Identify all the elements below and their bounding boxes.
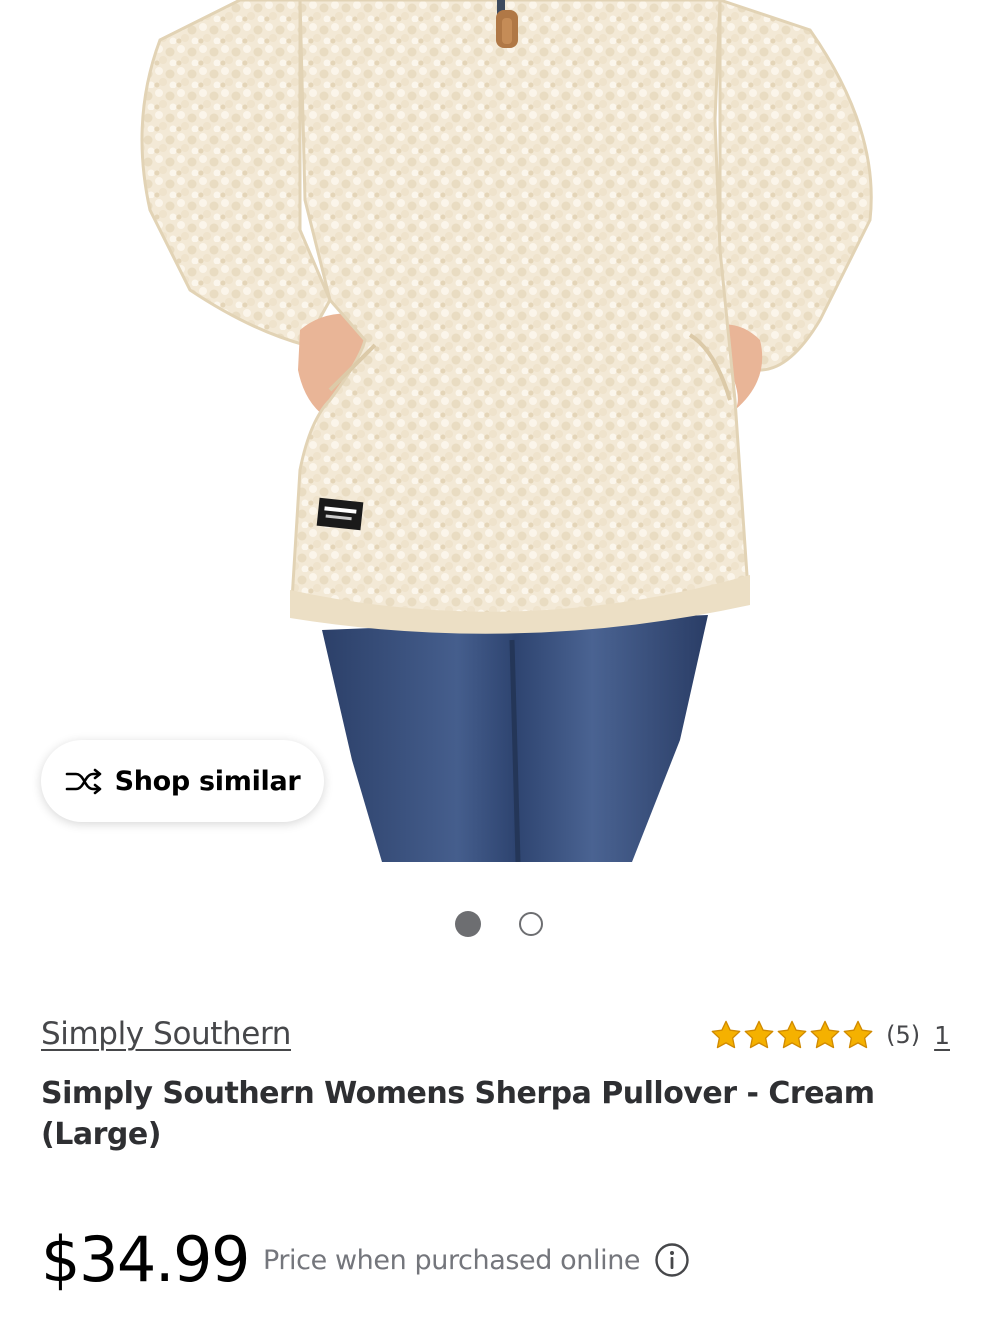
star-icon: [744, 1020, 774, 1049]
carousel-dot-1[interactable]: [455, 911, 481, 937]
star-icon: [810, 1020, 840, 1049]
product-photo: [140, 0, 873, 862]
star-icon: [711, 1020, 741, 1049]
carousel-indicator: [455, 911, 543, 937]
rating-summary[interactable]: (5) 1: [710, 1019, 950, 1051]
price-note: Price when purchased online: [262, 1244, 641, 1276]
product-price: $34.99: [41, 1223, 250, 1296]
product-image[interactable]: Shop similar: [0, 0, 1000, 862]
shuffle-icon: [65, 768, 101, 795]
price-row: $34.99 Price when purchased online: [41, 1222, 690, 1298]
star-icon: [777, 1020, 807, 1049]
info-icon[interactable]: [654, 1242, 690, 1278]
star-rating: [710, 1019, 874, 1051]
product-title: Simply Southern Womens Sherpa Pullover -…: [41, 1076, 875, 1152]
star-icon: [843, 1020, 873, 1049]
shop-similar-label: Shop similar: [114, 765, 301, 797]
brand-link[interactable]: Simply Southern: [41, 1016, 291, 1052]
review-count[interactable]: (5): [886, 1021, 920, 1049]
qa-count-link[interactable]: 1: [934, 1021, 950, 1050]
carousel-dot-2[interactable]: [519, 912, 543, 936]
shop-similar-button[interactable]: Shop similar: [41, 740, 324, 822]
